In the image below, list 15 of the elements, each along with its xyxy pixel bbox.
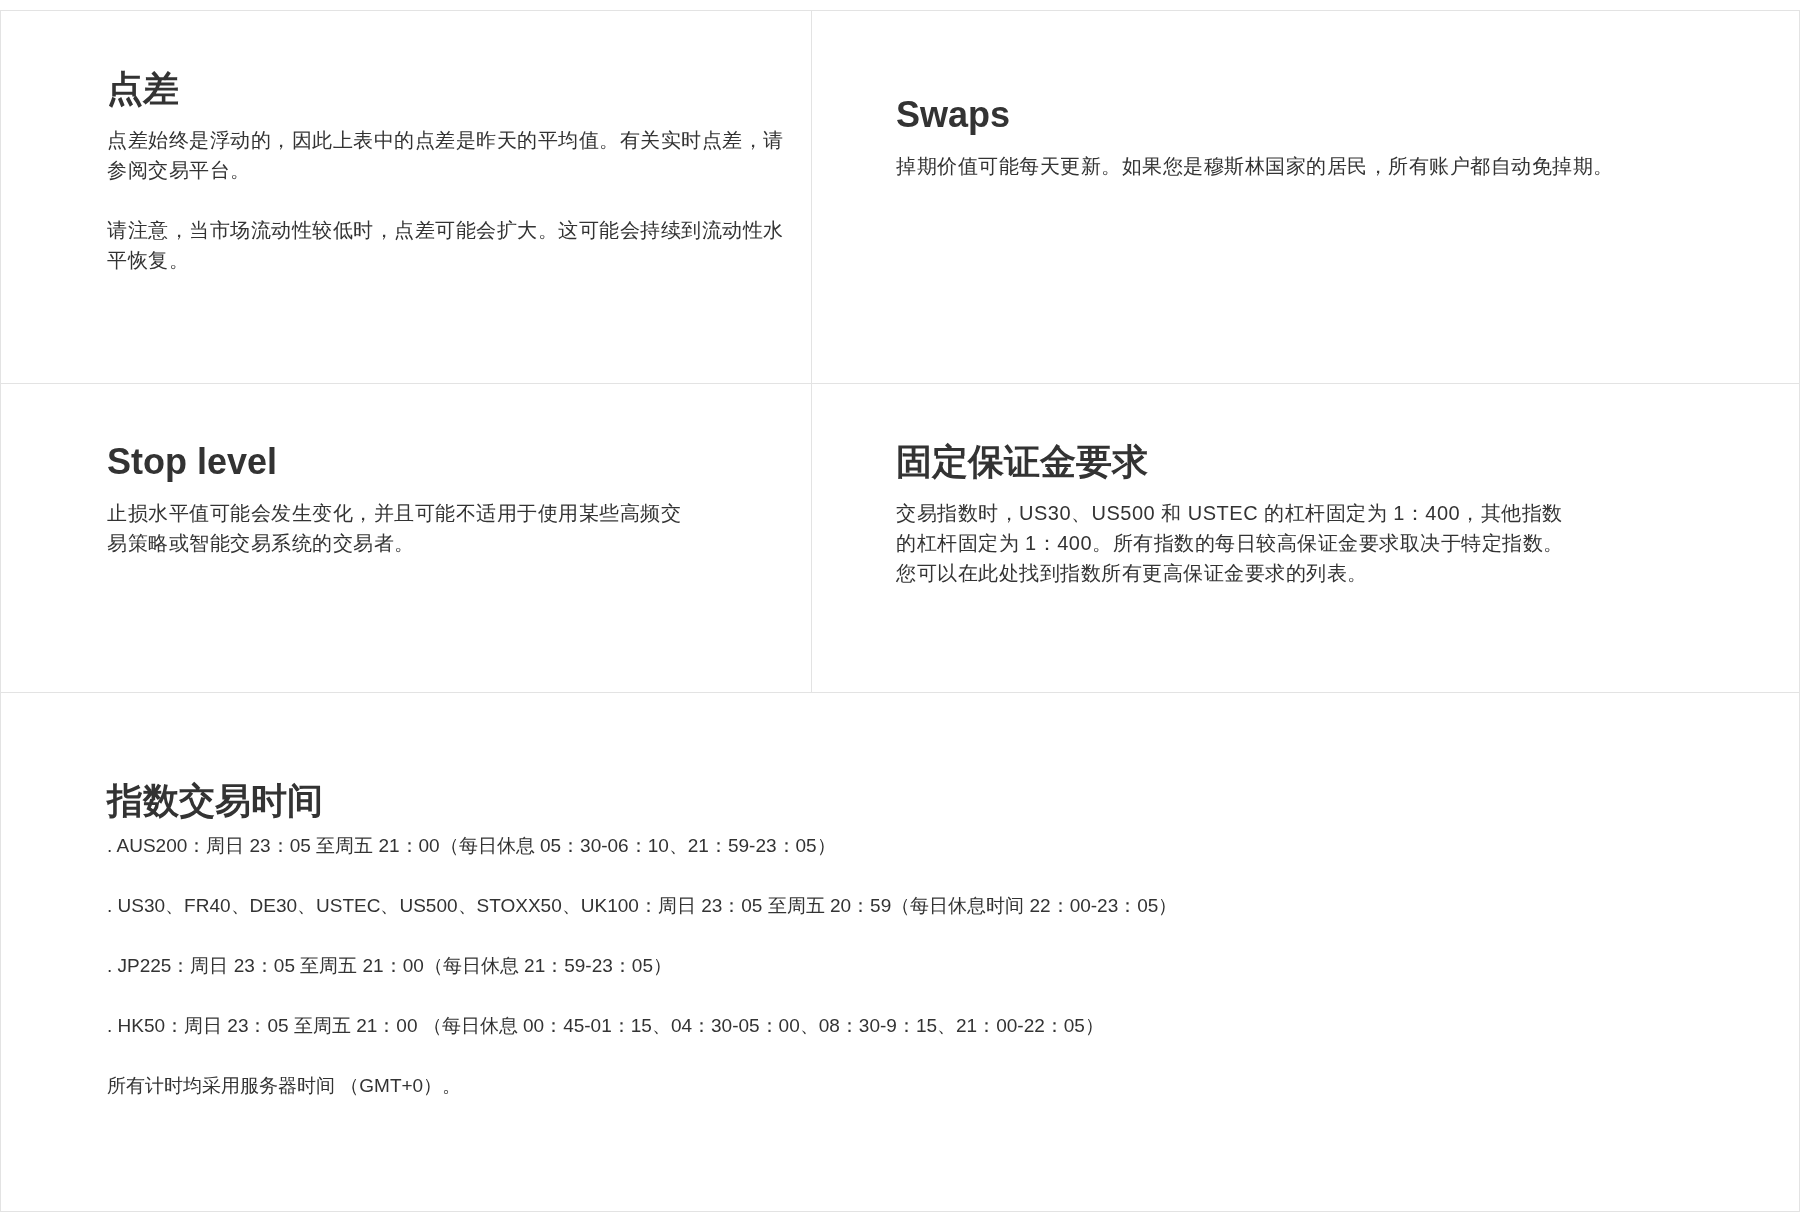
card-text: 请注意，当市场流动性较低时，点差可能会扩大。这可能会持续到流动性水平恢复。: [107, 218, 785, 273]
section-title: 指数交易时间: [107, 779, 324, 823]
schedule-line: . AUS200：周日 23：05 至周五 21：00（每日休息 05：30-06：10、21：59-23：05）: [107, 834, 837, 858]
card-text: 交易指数时，US30、US500 和 USTEC 的杠杆固定为 1：400，其他指数的杠杆固定为 1：400。所有指数的每日较高保证金要求取决于特定指数。您可以在此处找到指数所有更高保证金要求的列表。: [896, 501, 1565, 586]
card-text: 点差始终是浮动的，因此上表中的点差是昨天的平均值。有关实时点差，请参阅交易平台。: [107, 128, 785, 183]
card-text: 掉期价值可能每天更新。如果您是穆斯林国家的居民，所有账户都自动免掉期。: [896, 154, 1615, 179]
card-text: 止损水平值可能会发生变化，并且可能不适用于使用某些高频交易策略或智能交易系统的交易者。: [107, 501, 682, 556]
schedule-line: . US30、FR40、DE30、USTEC、US500、STOXX50、UK100：周日 23：05 至周五 20：59（每日休息时间 22：00-23：05）: [107, 894, 1179, 918]
timezone-note: 所有计时均采用服务器时间 （GMT+0）。: [107, 1074, 463, 1098]
card-title: Swaps: [896, 93, 1012, 137]
card-title: Stop level: [107, 440, 279, 484]
schedule-line: . HK50：周日 23：05 至周五 21：00 （每日休息 00：45-01：15、04：30-05：00、08：30-9：15、21：00-22：05）: [107, 1014, 1105, 1038]
schedule-line: . JP225：周日 23：05 至周五 21：00（每日休息 21：59-23：05）: [107, 954, 673, 978]
card-title: 固定保证金要求: [896, 440, 1149, 484]
card-title: 点差: [107, 67, 180, 111]
